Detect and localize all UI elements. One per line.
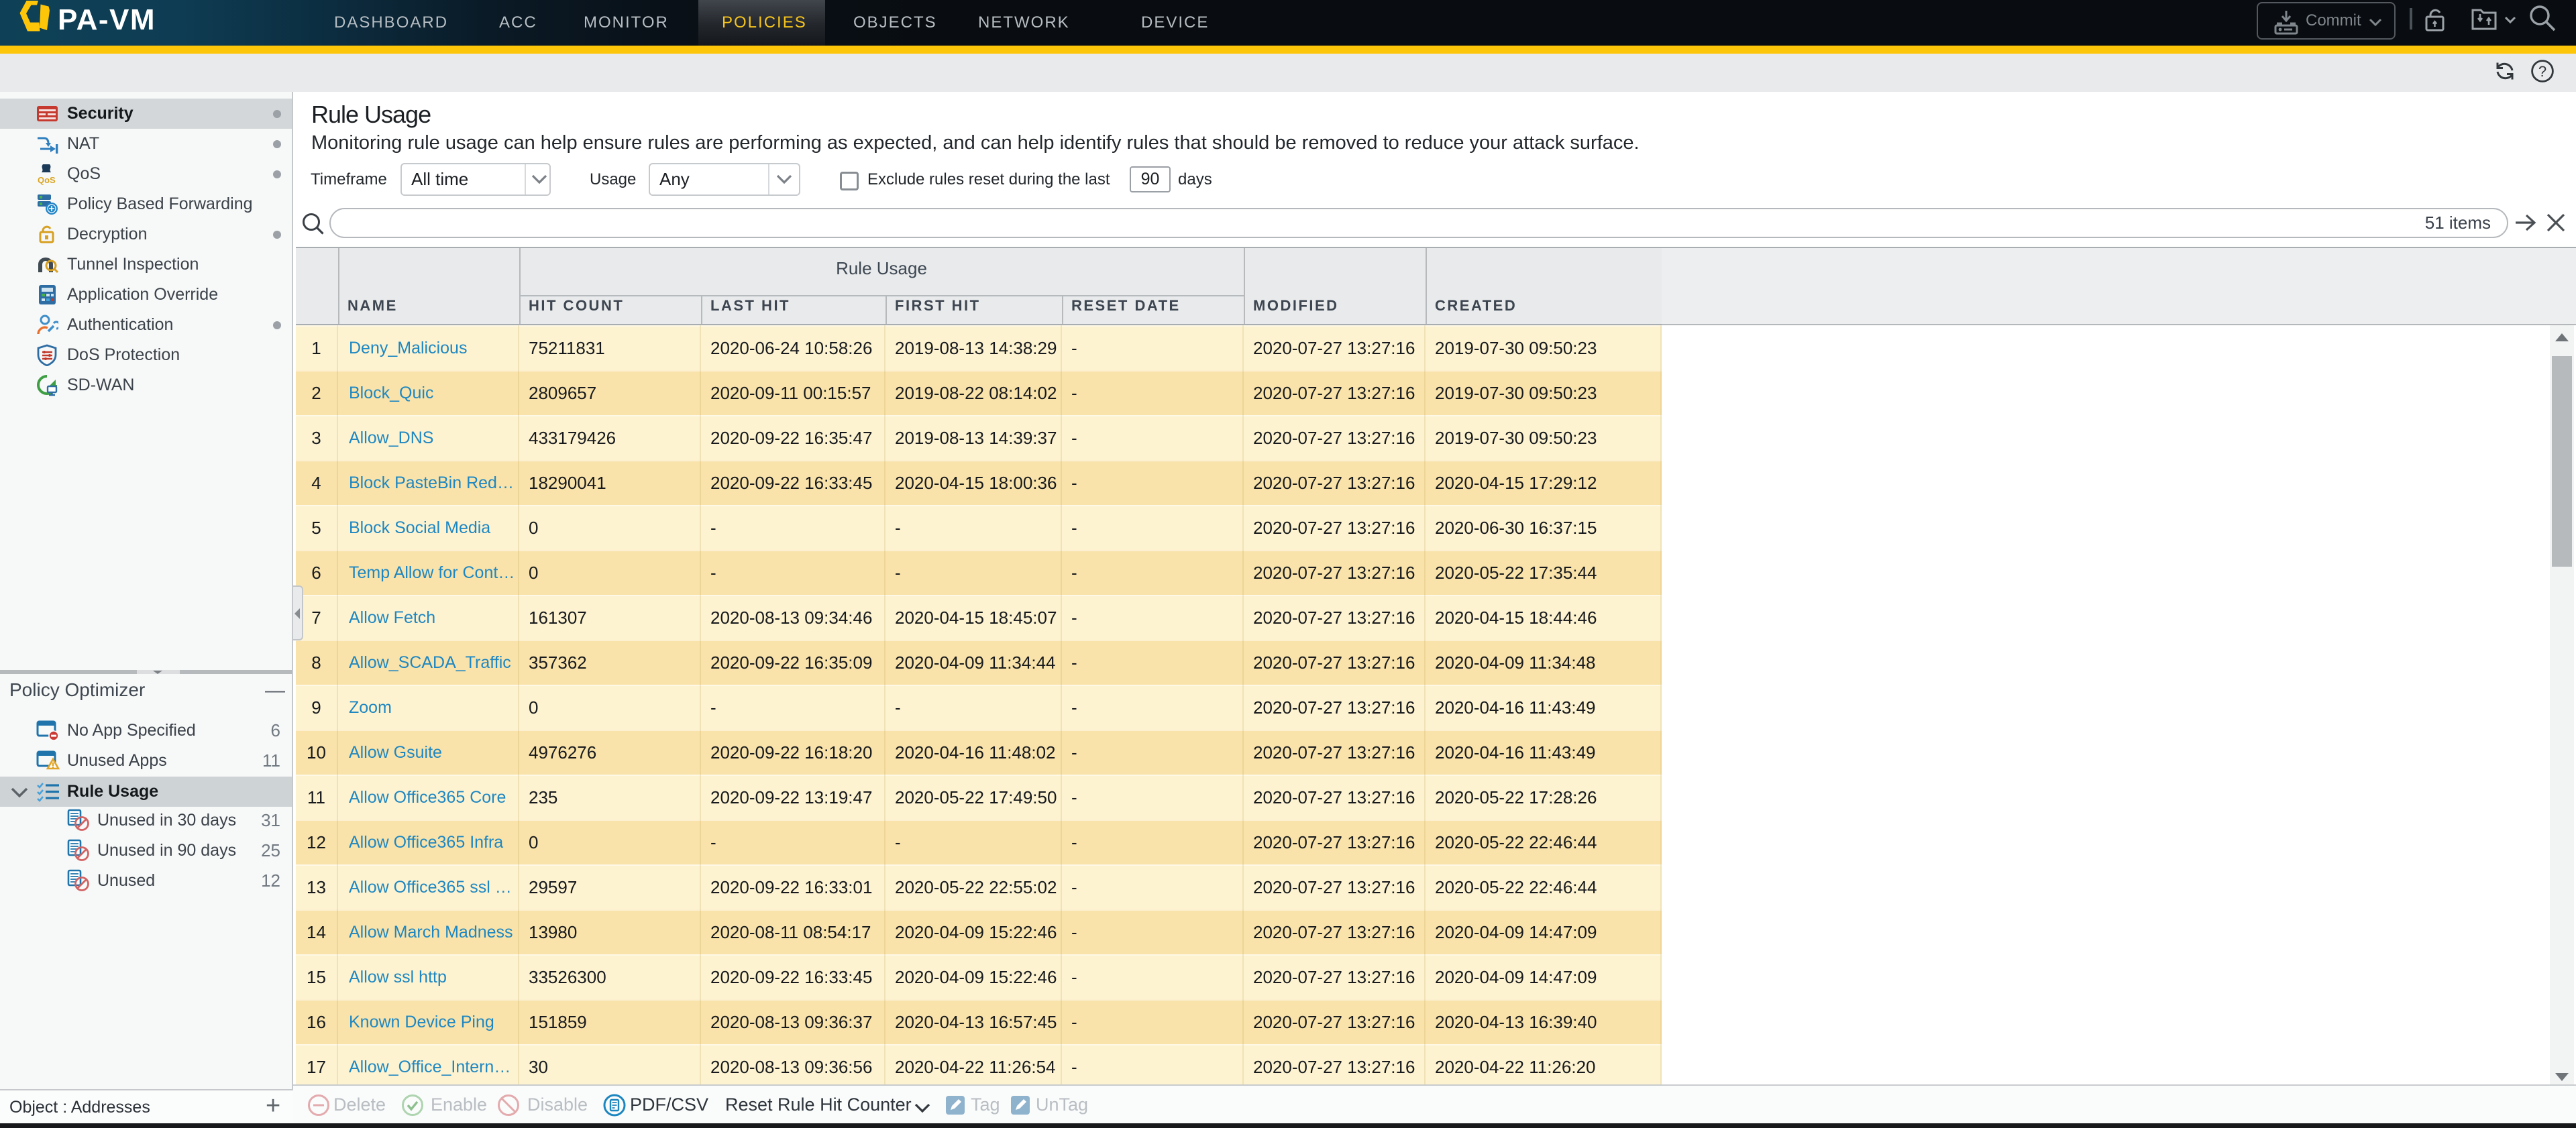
svg-text:?: ? [2538, 63, 2546, 80]
svg-text:QoS: QoS [38, 175, 56, 185]
